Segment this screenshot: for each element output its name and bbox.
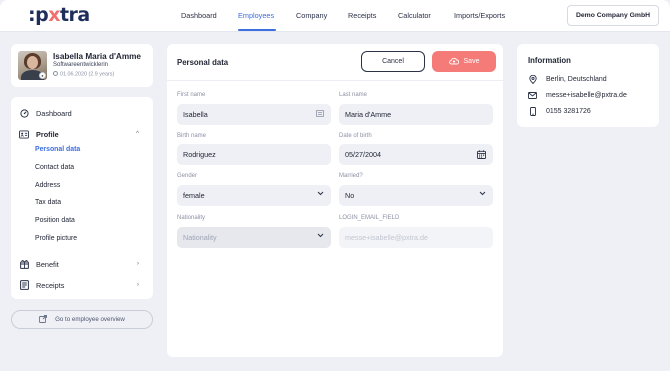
birth-name-label: Birth name <box>177 133 207 139</box>
gender-select[interactable]: female <box>177 185 331 206</box>
save-button-label: Save <box>463 58 480 65</box>
go-to-employee-overview-button[interactable]: Go to employee overview <box>11 310 153 329</box>
personal-data-form: Personal data Cancel Save First name Isa… <box>167 44 503 357</box>
top-navigation-bar: :pxtra Dashboard Employees Company Recei… <box>0 0 670 32</box>
location-pin-icon <box>528 74 537 84</box>
company-switcher-button[interactable]: Demo Company GmbH <box>567 5 659 26</box>
chevron-up-icon[interactable]: ^ <box>136 130 139 137</box>
info-location-text: Berlin, Deutschland <box>546 75 607 83</box>
employee-profile-card: ● Isabella Maria d'Amme Softwareentwickl… <box>11 44 153 87</box>
avatar-face <box>27 56 38 69</box>
nationality-select[interactable]: Nationality <box>177 227 331 248</box>
first-name-label: First name <box>177 92 206 98</box>
sidebar-subitem-position-data[interactable]: Position data <box>35 217 75 224</box>
birth-name-field[interactable]: Rodriguez <box>177 144 331 165</box>
nav-calculator[interactable]: Calculator <box>398 11 431 20</box>
nav-active-indicator <box>238 29 276 31</box>
chevron-right-icon[interactable]: › <box>137 281 139 288</box>
clock-icon <box>53 71 58 76</box>
married-value: No <box>345 191 355 200</box>
sidebar-item-benefit[interactable]: Benefit › <box>19 257 147 271</box>
employee-role: Softwareentwicklerin <box>53 62 109 68</box>
external-link-icon <box>39 314 48 325</box>
date-of-birth-field[interactable]: 05/27/2004 <box>339 144 493 165</box>
nationality-label: Nationality <box>177 215 206 221</box>
nationality-value: Nationality <box>183 233 217 242</box>
sidebar-item-label: Dashboard <box>36 108 72 118</box>
first-name-value: Isabella <box>183 110 208 119</box>
cloud-upload-icon <box>448 57 459 67</box>
nav-receipts[interactable]: Receipts <box>348 11 376 20</box>
first-name-field[interactable]: Isabella <box>177 104 331 125</box>
info-email-text: messe+isabelle@pxtra.de <box>546 91 627 99</box>
envelope-icon <box>528 91 537 100</box>
employee-name: Isabella Maria d'Amme <box>53 52 141 61</box>
sidebar-item-label: Benefit <box>36 259 59 269</box>
information-card: Information Berlin, Deutschland messe+is… <box>517 44 659 127</box>
last-name-label: Last name <box>339 92 368 98</box>
contact-card-icon <box>316 110 324 119</box>
nav-company[interactable]: Company <box>296 11 327 20</box>
married-label: Married? <box>339 173 363 179</box>
sidebar-subitem-profile-picture[interactable]: Profile picture <box>35 235 77 242</box>
gift-box-icon <box>19 259 29 269</box>
dashboard-gauge-icon <box>19 108 29 118</box>
chevron-down-icon <box>317 191 324 198</box>
go-to-employee-overview-label: Go to employee overview <box>55 316 125 323</box>
id-card-icon <box>19 129 29 139</box>
app-window: :pxtra Dashboard Employees Company Recei… <box>0 0 670 371</box>
calendar-icon[interactable] <box>477 150 486 161</box>
save-button[interactable]: Save <box>432 51 496 72</box>
last-name-value: Maria d'Amme <box>345 110 392 119</box>
pxtra-logo[interactable]: :pxtra <box>28 5 90 25</box>
sidebar-item-label: Receipts <box>36 280 65 290</box>
info-email[interactable]: messe+isabelle@pxtra.de <box>528 90 627 100</box>
sidebar-item-label: Profile <box>36 129 59 139</box>
receipt-icon <box>19 280 29 290</box>
information-title: Information <box>528 56 571 65</box>
sidebar-subitem-tax-data[interactable]: Tax data <box>35 199 61 206</box>
sidebar-item-receipts[interactable]: Receipts › <box>19 278 147 292</box>
birth-name-value: Rodriguez <box>183 150 216 159</box>
employment-since: 01.06.2020 (2.9 years) <box>53 71 114 78</box>
info-phone[interactable]: 0155 3281726 <box>528 106 591 116</box>
info-phone-text: 0155 3281726 <box>546 107 591 115</box>
camera-icon[interactable]: ● <box>39 72 46 79</box>
cancel-button[interactable]: Cancel <box>361 51 425 72</box>
date-of-birth-value: 05/27/2004 <box>345 150 381 159</box>
login-email-label: LOGIN_EMAIL_FIELD <box>339 215 400 221</box>
sidebar-subitem-address[interactable]: Address <box>35 182 60 189</box>
nav-dashboard[interactable]: Dashboard <box>181 11 217 20</box>
last-name-field[interactable]: Maria d'Amme <box>339 104 493 125</box>
gender-value: female <box>183 191 205 200</box>
married-select[interactable]: No <box>339 185 493 206</box>
gender-label: Gender <box>177 173 198 179</box>
sidebar-item-dashboard[interactable]: Dashboard <box>19 106 147 120</box>
sidebar-item-profile[interactable]: Profile ^ <box>19 127 147 141</box>
chevron-down-icon <box>317 233 324 240</box>
chevron-down-icon <box>479 191 486 198</box>
sidebar-subitem-personal-data[interactable]: Personal data <box>35 146 80 153</box>
employment-since-text: 01.06.2020 (2.9 years) <box>60 71 115 78</box>
nav-imports-exports[interactable]: Imports/Exports <box>454 11 505 20</box>
divider <box>167 80 503 81</box>
chevron-right-icon[interactable]: › <box>137 260 139 267</box>
avatar[interactable]: ● <box>18 51 47 80</box>
date-of-birth-label: Date of birth <box>339 133 372 139</box>
nav-employees[interactable]: Employees <box>238 11 274 20</box>
info-location: Berlin, Deutschland <box>528 74 607 84</box>
login-email-value: messe+isabelle@pxtra.de <box>345 233 429 242</box>
mobile-phone-icon <box>528 106 537 116</box>
sidebar-menu: Dashboard Profile ^ Personal data Contac… <box>11 97 153 299</box>
form-title: Personal data <box>177 58 229 67</box>
sidebar-subitem-contact-data[interactable]: Contact data <box>35 164 74 171</box>
login-email-field[interactable]: messe+isabelle@pxtra.de <box>339 227 493 248</box>
